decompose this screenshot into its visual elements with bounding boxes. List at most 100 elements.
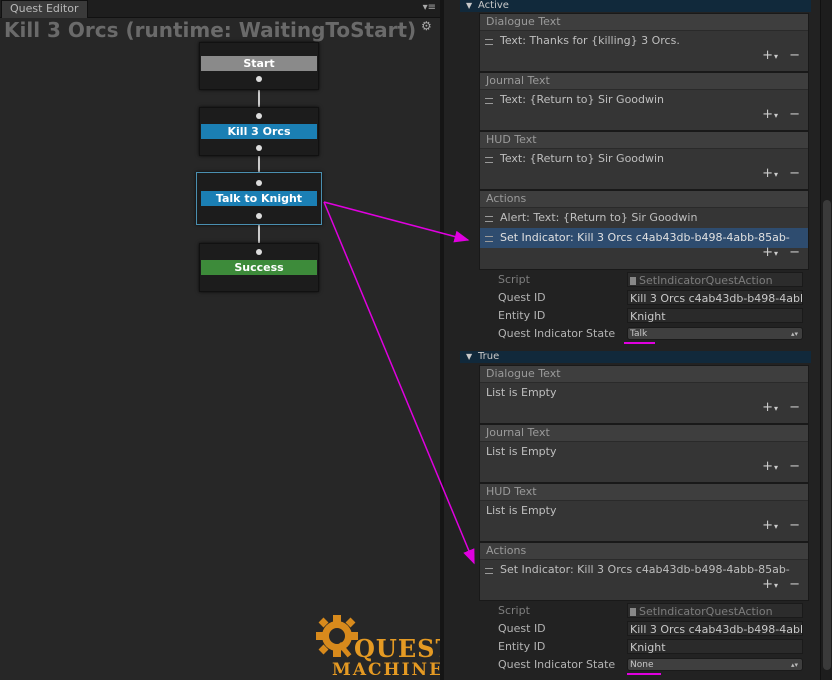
- add-button[interactable]: +: [762, 460, 778, 475]
- active-dialogue-list: Dialogue Text Text: Thanks for {killing}…: [479, 13, 809, 72]
- quest-id-label: Quest ID: [498, 291, 546, 304]
- foldout-arrow-icon[interactable]: ▼: [466, 351, 472, 363]
- logo-line2: MACHINE: [332, 660, 445, 680]
- tab-menu-icon[interactable]: ▾≡: [423, 2, 436, 14]
- remove-button[interactable]: −: [789, 460, 800, 474]
- add-button[interactable]: +: [762, 519, 778, 534]
- list-empty-text: List is Empty: [486, 445, 557, 458]
- node-success[interactable]: Success: [199, 243, 319, 292]
- add-button[interactable]: +: [762, 167, 778, 182]
- remove-button[interactable]: −: [789, 246, 800, 260]
- true-hud-list: HUD Text List is Empty +−: [479, 483, 809, 542]
- input-port[interactable]: [256, 249, 262, 255]
- script-label: Script: [498, 273, 530, 286]
- inspector-panel: ▼ Active Dialogue Text Text: Thanks for …: [444, 0, 820, 680]
- script-label: Script: [498, 604, 530, 617]
- quest-id-field[interactable]: Kill 3 Orcs c4ab43db-b498-4abb: [627, 621, 803, 636]
- foldout-arrow-icon[interactable]: ▼: [466, 0, 472, 12]
- list-title: Actions: [480, 543, 808, 560]
- active-hud-list: HUD Text Text: {Return to} Sir Goodwin +…: [479, 131, 809, 190]
- node-kill-3-orcs[interactable]: Kill 3 Orcs: [199, 107, 319, 156]
- input-port[interactable]: [256, 113, 262, 119]
- quest-editor-panel: Quest Editor ▾≡ Kill 3 Orcs (runtime: Wa…: [0, 0, 453, 680]
- remove-button[interactable]: −: [789, 108, 800, 122]
- annotation-underline: [624, 342, 655, 344]
- drag-handle-icon[interactable]: [485, 39, 493, 45]
- section-header-active[interactable]: ▼ Active: [460, 0, 811, 12]
- tab-bar: Quest Editor ▾≡: [0, 0, 440, 18]
- list-item[interactable]: Text: {Return to} Sir Goodwin: [480, 149, 808, 169]
- true-actions-list: Actions Set Indicator: Kill 3 Orcs c4ab4…: [479, 542, 809, 601]
- input-port[interactable]: [256, 180, 262, 186]
- entity-id-field[interactable]: Knight: [627, 639, 803, 654]
- node-kill-3-orcs-label: Kill 3 Orcs: [201, 124, 317, 139]
- node-talk-to-knight-label: Talk to Knight: [201, 191, 317, 206]
- add-button[interactable]: +: [762, 49, 778, 64]
- output-port[interactable]: [256, 76, 262, 82]
- dropdown-arrows-icon: ▴▾: [790, 661, 798, 669]
- entity-id-label: Entity ID: [498, 640, 546, 653]
- node-success-label: Success: [201, 260, 317, 275]
- entity-id-field[interactable]: Knight: [627, 308, 803, 323]
- dropdown-value: Talk: [630, 329, 648, 339]
- output-port[interactable]: [256, 213, 262, 219]
- list-item-label: Set Indicator: Kill 3 Orcs c4ab43db-b498…: [500, 231, 790, 244]
- drag-handle-icon[interactable]: [485, 568, 493, 574]
- active-actions-list: Actions Alert: Text: {Return to} Sir Goo…: [479, 190, 809, 270]
- script-file-icon: [630, 277, 636, 285]
- gear-icon[interactable]: ⚙: [421, 19, 432, 33]
- list-title: Dialogue Text: [480, 366, 808, 383]
- remove-button[interactable]: −: [789, 167, 800, 181]
- quest-indicator-state-label: Quest Indicator State: [498, 658, 616, 671]
- drag-handle-icon[interactable]: [485, 98, 493, 104]
- remove-button[interactable]: −: [789, 401, 800, 415]
- script-field: SetIndicatorQuestAction⊙: [627, 603, 803, 618]
- drag-handle-icon[interactable]: [485, 216, 493, 222]
- entity-id-label: Entity ID: [498, 309, 546, 322]
- quest-id-field[interactable]: Kill 3 Orcs c4ab43db-b498-4abb: [627, 290, 803, 305]
- dropdown-arrows-icon: ▴▾: [790, 330, 798, 338]
- drag-handle-icon[interactable]: [485, 157, 493, 163]
- node-talk-to-knight[interactable]: Talk to Knight: [196, 172, 322, 225]
- remove-button[interactable]: −: [789, 49, 800, 63]
- list-item-label: Text: {Return to} Sir Goodwin: [500, 93, 665, 106]
- quest-indicator-state-label: Quest Indicator State: [498, 327, 616, 340]
- list-title: Dialogue Text: [480, 14, 808, 31]
- add-button[interactable]: +: [762, 578, 778, 593]
- add-button[interactable]: +: [762, 246, 778, 261]
- true-dialogue-list: Dialogue Text List is Empty +−: [479, 365, 809, 424]
- list-title: HUD Text: [480, 484, 808, 501]
- node-start[interactable]: Start: [199, 42, 319, 90]
- remove-button[interactable]: −: [789, 578, 800, 592]
- remove-button[interactable]: −: [789, 519, 800, 533]
- active-journal-list: Journal Text Text: {Return to} Sir Goodw…: [479, 72, 809, 131]
- vertical-scrollbar[interactable]: [820, 0, 832, 680]
- quest-title: Kill 3 Orcs (runtime: WaitingToStart): [4, 18, 417, 42]
- list-item[interactable]: Text: {Return to} Sir Goodwin: [480, 90, 808, 110]
- list-title: Journal Text: [480, 425, 808, 442]
- quest-indicator-state-dropdown[interactable]: None ▴▾: [627, 658, 803, 671]
- list-empty-text: List is Empty: [486, 504, 557, 517]
- list-item[interactable]: Text: Thanks for {killing} 3 Orcs.: [480, 31, 808, 51]
- list-item-label: Set Indicator: Kill 3 Orcs c4ab43db-b498…: [500, 563, 790, 576]
- section-header-label: Active: [478, 0, 509, 11]
- list-item[interactable]: Set Indicator: Kill 3 Orcs c4ab43db-b498…: [480, 560, 808, 580]
- script-value: SetIndicatorQuestAction: [639, 274, 773, 287]
- list-item[interactable]: Alert: Text: {Return to} Sir Goodwin: [480, 208, 808, 228]
- annotation-underline: [627, 673, 661, 675]
- list-item-selected[interactable]: Set Indicator: Kill 3 Orcs c4ab43db-b498…: [480, 228, 808, 248]
- list-item-label: Text: Thanks for {killing} 3 Orcs.: [500, 34, 680, 47]
- script-value: SetIndicatorQuestAction: [639, 605, 773, 618]
- tab-quest-editor[interactable]: Quest Editor: [1, 0, 88, 18]
- list-item-label: Alert: Text: {Return to} Sir Goodwin: [500, 211, 698, 224]
- quest-indicator-state-dropdown[interactable]: Talk ▴▾: [627, 327, 803, 340]
- drag-handle-icon[interactable]: [485, 236, 493, 242]
- node-start-label: Start: [201, 56, 317, 71]
- section-header-true[interactable]: ▼ True: [460, 351, 811, 363]
- add-button[interactable]: +: [762, 401, 778, 416]
- quest-id-label: Quest ID: [498, 622, 546, 635]
- scrollbar-thumb[interactable]: [823, 200, 831, 670]
- add-button[interactable]: +: [762, 108, 778, 123]
- output-port[interactable]: [256, 145, 262, 151]
- true-journal-list: Journal Text List is Empty +−: [479, 424, 809, 483]
